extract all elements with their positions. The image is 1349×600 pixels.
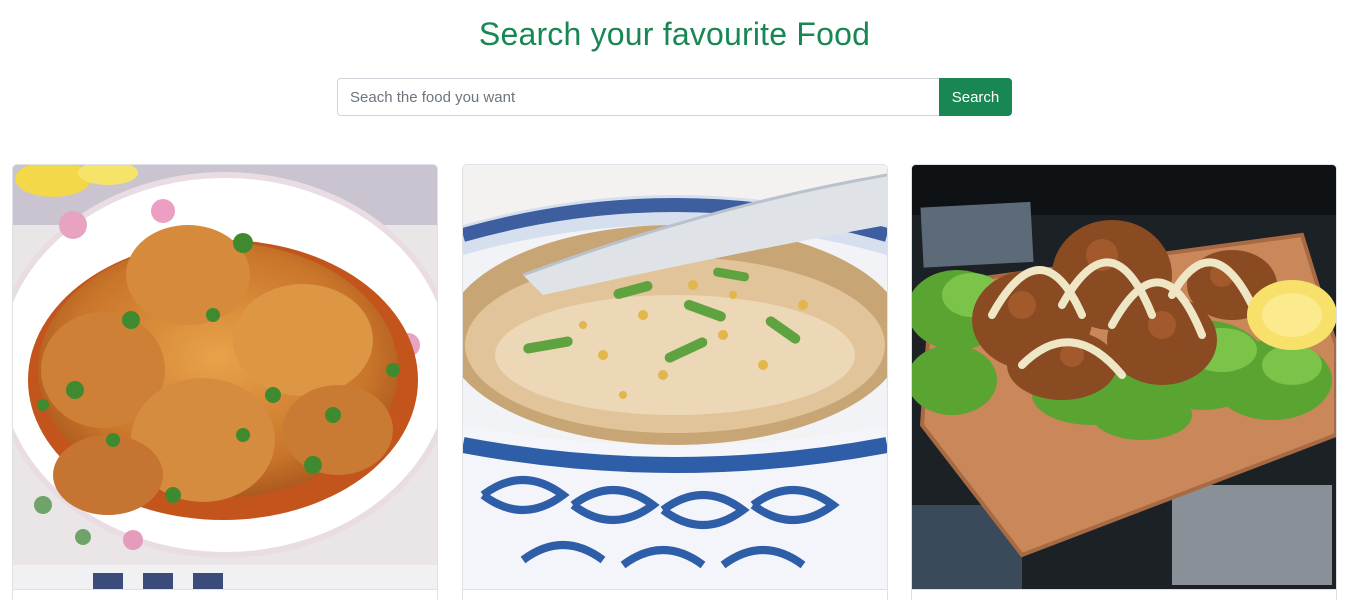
search-bar: Search (337, 78, 1012, 116)
food-image-rice-porridge (463, 165, 887, 589)
card-body (912, 589, 1336, 600)
page-title: Search your favourite Food (478, 16, 871, 52)
food-card[interactable] (12, 164, 438, 600)
food-card[interactable] (462, 164, 888, 600)
card-body (13, 589, 437, 600)
food-card[interactable] (911, 164, 1337, 600)
search-button[interactable]: Search (939, 78, 1012, 116)
search-input[interactable] (337, 78, 939, 116)
food-image-fried-chicken (912, 165, 1336, 589)
food-image-chicken-curry (13, 165, 437, 589)
card-body (463, 589, 887, 600)
